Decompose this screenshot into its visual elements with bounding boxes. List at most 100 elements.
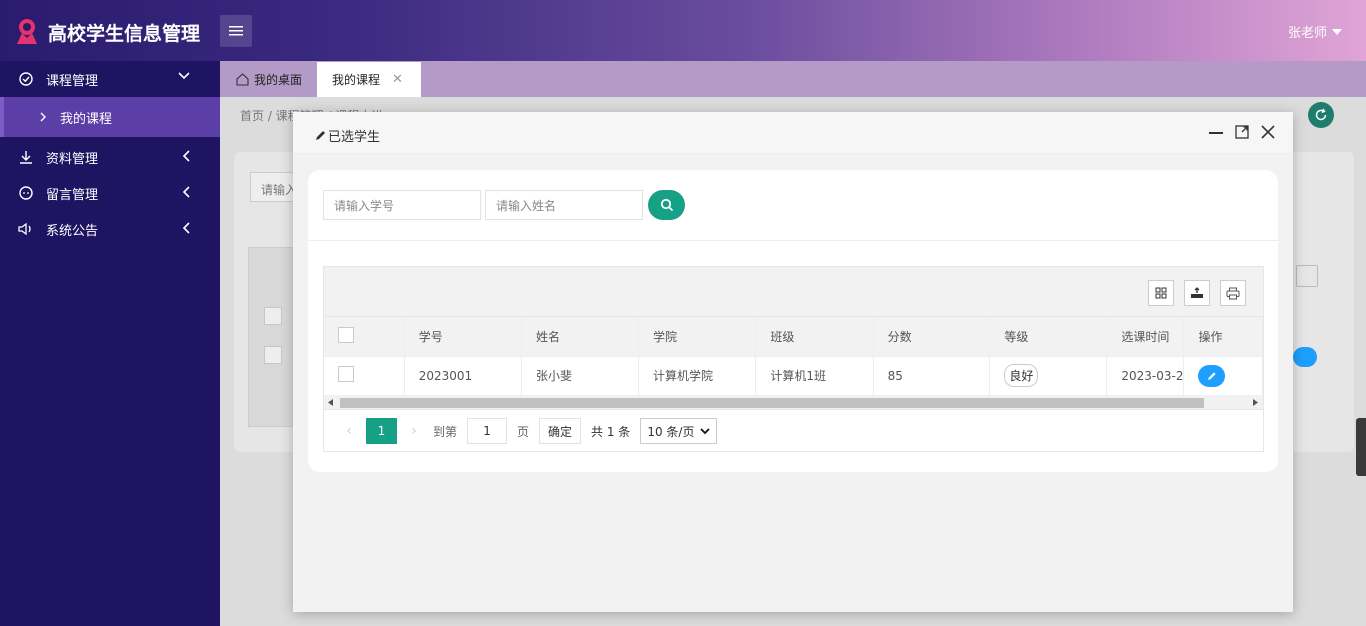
cell-college: 计算机学院 xyxy=(638,356,757,396)
cell-score: 85 xyxy=(873,356,991,396)
prev-page-button[interactable]: ‹ xyxy=(336,423,362,439)
header-checkbox-cell xyxy=(324,317,405,357)
tab-home-label: 我的桌面 xyxy=(254,73,303,87)
tab-home[interactable]: 我的桌面 xyxy=(223,62,317,97)
columns-filter-button[interactable] xyxy=(1148,280,1174,306)
goto-label: 到第 xyxy=(433,424,458,439)
export-button[interactable] xyxy=(1184,280,1210,306)
caret-down-icon xyxy=(1332,28,1342,35)
student-id-input[interactable]: 请输入学号 xyxy=(323,190,481,220)
column-header[interactable]: 班级 xyxy=(755,317,874,357)
column-header[interactable]: 等级 xyxy=(989,317,1108,357)
horizontal-scrollbar[interactable] xyxy=(324,395,1263,410)
maximize-icon[interactable] xyxy=(1235,125,1249,139)
scrollbar-thumb[interactable] xyxy=(340,398,1204,408)
row-checkbox[interactable] xyxy=(338,366,354,382)
page-size-select[interactable]: 10 条/页 xyxy=(640,418,718,444)
column-header: 操作 xyxy=(1183,317,1263,357)
dialog-header: 已选学生 xyxy=(293,112,1293,154)
selected-students-dialog: 已选学生 请输入学号 请输入姓名 学号 姓名 学院 班级 分数 等级 选课时间 … xyxy=(293,112,1293,612)
app-title: 高校学生信息管理 xyxy=(48,23,201,45)
column-header[interactable]: 选课时间 xyxy=(1106,317,1185,357)
cell-time: 2023-03-2 xyxy=(1106,356,1185,396)
data-table: 学号 姓名 学院 班级 分数 等级 选课时间 操作 2023001 张小斐 计算… xyxy=(324,317,1263,396)
total-count: 共 1 条 xyxy=(591,424,631,439)
cell-class: 计算机1班 xyxy=(755,356,874,396)
sidebar-item-course[interactable]: 课程管理 xyxy=(0,61,220,97)
print-icon xyxy=(1226,287,1240,299)
sidebar-item-messages[interactable]: 留言管理 xyxy=(0,175,220,211)
side-widget[interactable] xyxy=(1356,418,1366,476)
pagination: ‹ 1 › 到第 1 页 确定 共 1 条 10 条/页 xyxy=(324,411,1263,451)
refresh-icon xyxy=(1315,108,1327,121)
student-name-input[interactable]: 请输入姓名 xyxy=(485,190,643,220)
chevron-left-icon xyxy=(182,186,190,198)
menu-toggle-button[interactable] xyxy=(220,15,252,47)
export-icon xyxy=(1191,287,1203,298)
column-header[interactable]: 学院 xyxy=(638,317,757,357)
close-icon[interactable] xyxy=(1261,125,1275,139)
grid-icon xyxy=(1155,287,1167,299)
page-label: 页 xyxy=(517,424,530,439)
next-page-button[interactable]: › xyxy=(401,423,427,439)
chevron-down-icon xyxy=(178,72,190,80)
grade-badge: 良好 xyxy=(1004,364,1039,387)
column-header[interactable]: 姓名 xyxy=(521,317,639,357)
pencil-icon xyxy=(316,131,325,140)
scroll-left-icon[interactable] xyxy=(328,399,333,406)
sidebar-item-materials[interactable]: 资料管理 xyxy=(0,139,220,175)
sidebar: 课程管理 我的课程 资料管理 留言管理 系统公告 xyxy=(0,61,220,626)
logo-icon xyxy=(17,19,37,44)
current-page[interactable]: 1 xyxy=(366,418,397,444)
cell-student-id: 2023001 xyxy=(404,356,522,396)
refresh-button[interactable] xyxy=(1308,102,1334,128)
sidebar-item-label: 留言管理 xyxy=(46,187,99,203)
message-face-icon xyxy=(18,185,34,201)
edit-button[interactable] xyxy=(1198,364,1226,387)
home-icon xyxy=(236,73,249,86)
dialog-title: 已选学生 xyxy=(315,126,380,145)
table-row[interactable]: 2023001 张小斐 计算机学院 计算机1班 85 良好 2023-03-2 xyxy=(324,356,1263,396)
table-toolbar xyxy=(324,267,1263,317)
sidebar-item-label: 系统公告 xyxy=(46,223,99,239)
pencil-icon xyxy=(1207,371,1216,380)
page-size-value: 10 条/页 xyxy=(647,424,695,439)
sidebar-subitem-my-course[interactable]: 我的课程 xyxy=(0,97,220,137)
column-header[interactable]: 分数 xyxy=(873,317,991,357)
column-header[interactable]: 学号 xyxy=(404,317,522,357)
dialog-controls xyxy=(1209,125,1275,139)
print-button[interactable] xyxy=(1220,280,1246,306)
sidebar-item-announcement[interactable]: 系统公告 xyxy=(0,211,220,247)
sidebar-subitem-label: 我的课程 xyxy=(60,111,113,127)
tab-my-course[interactable]: 我的课程 ✕ xyxy=(317,62,421,97)
goto-page-input[interactable]: 1 xyxy=(467,418,508,444)
search-icon xyxy=(660,198,673,212)
goto-confirm-button[interactable]: 确定 xyxy=(539,418,582,444)
row-checkbox-cell xyxy=(324,356,405,396)
select-all-checkbox[interactable] xyxy=(338,326,354,343)
cell-name: 张小斐 xyxy=(521,356,639,396)
background-upload-icon[interactable] xyxy=(1293,347,1317,367)
close-icon[interactable]: ✕ xyxy=(392,72,403,87)
chevron-left-icon xyxy=(182,222,190,234)
background-checkbox[interactable] xyxy=(264,346,282,364)
top-header: 高校学生信息管理 张老师 xyxy=(0,0,1366,61)
user-menu[interactable]: 张老师 xyxy=(1288,22,1342,41)
sidebar-item-label: 资料管理 xyxy=(46,151,99,167)
check-circle-icon xyxy=(18,71,34,87)
dialog-body: 请输入学号 请输入姓名 学号 姓名 学院 班级 分数 等级 选课时间 操作 20… xyxy=(308,170,1278,472)
background-print-icon[interactable] xyxy=(1296,265,1318,287)
background-checkbox[interactable] xyxy=(264,307,282,325)
minimize-icon[interactable] xyxy=(1209,125,1223,139)
search-button[interactable] xyxy=(648,190,685,220)
sidebar-item-label: 课程管理 xyxy=(46,73,99,89)
hamburger-icon xyxy=(229,26,243,36)
download-icon xyxy=(18,149,34,165)
chevron-down-icon xyxy=(700,427,711,434)
divider xyxy=(308,240,1278,241)
cell-grade: 良好 xyxy=(989,356,1108,396)
scroll-right-icon[interactable] xyxy=(1253,399,1258,406)
search-row: 请输入学号 请输入姓名 xyxy=(323,190,685,220)
dialog-title-text: 已选学生 xyxy=(328,130,381,145)
speaker-icon xyxy=(18,221,34,237)
